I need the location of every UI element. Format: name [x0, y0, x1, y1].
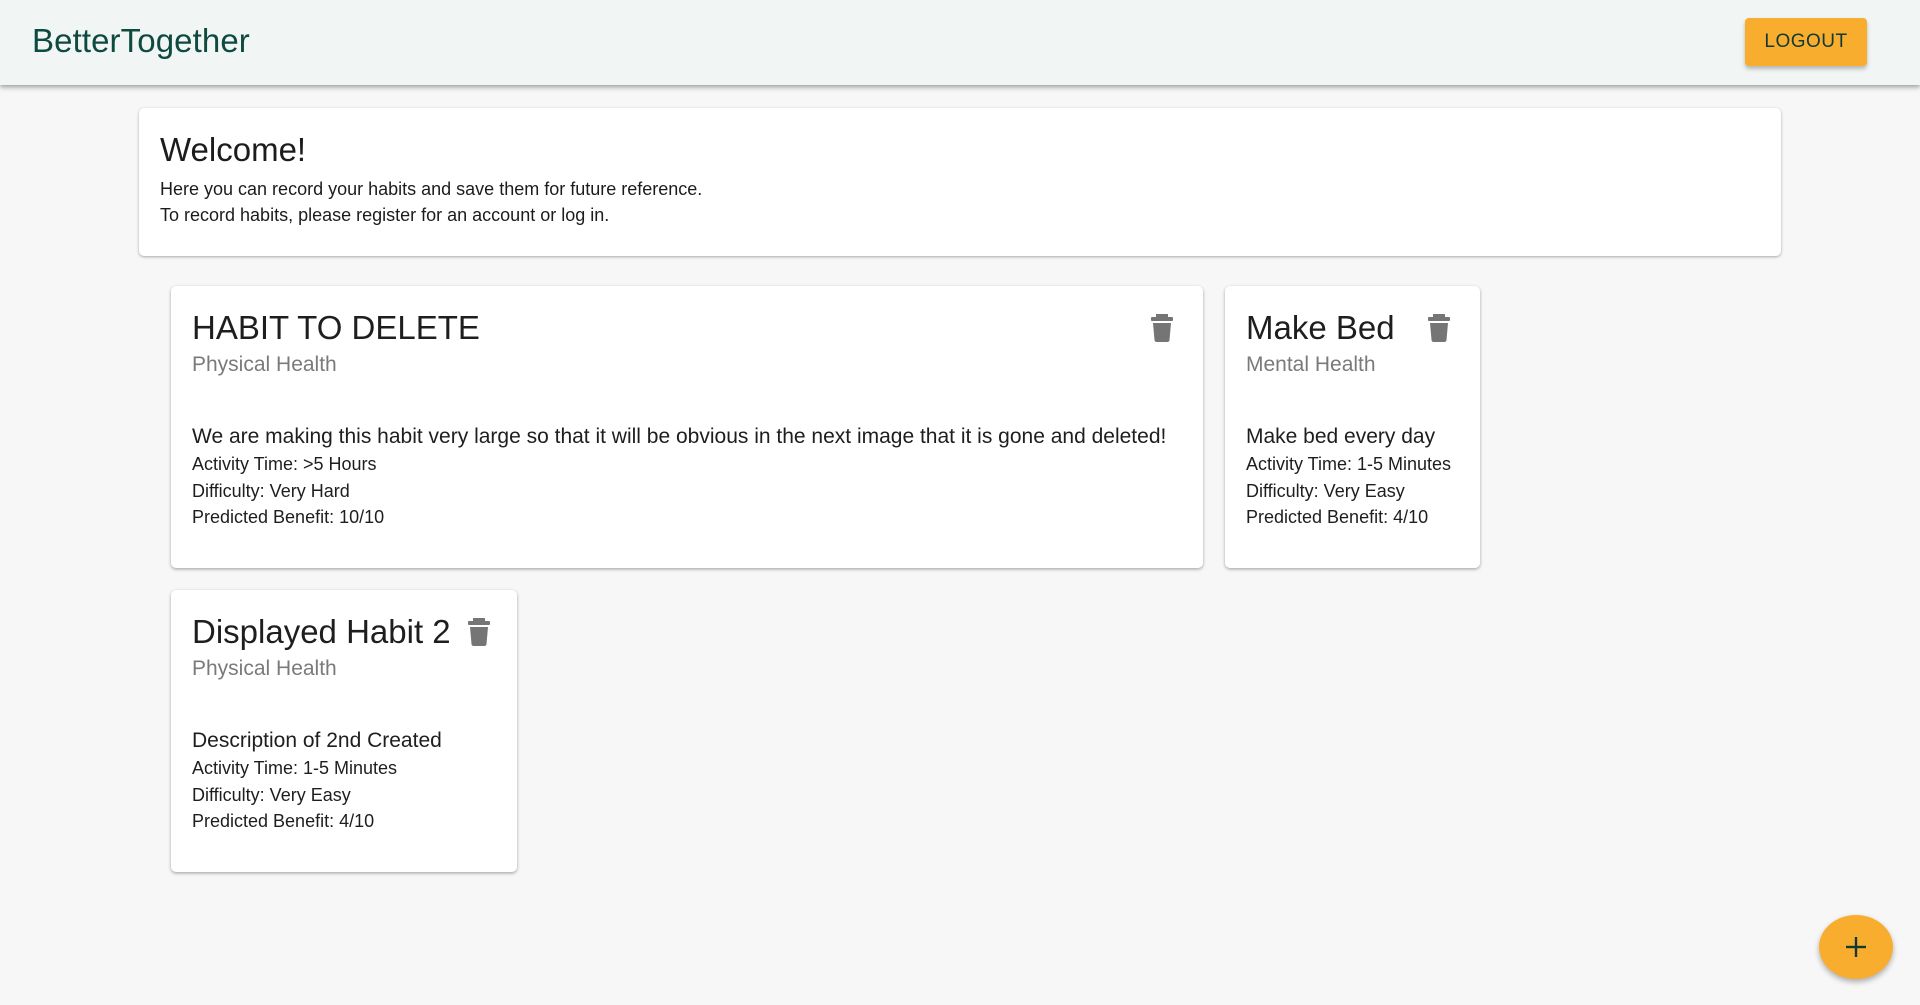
delete-habit-button[interactable]	[1142, 308, 1182, 348]
welcome-title: Welcome!	[160, 131, 307, 168]
habit-card: Displayed Habit 2 Physical Health Descri…	[171, 590, 517, 872]
habit-description: Description of 2nd Created	[192, 729, 442, 752]
habit-difficulty: Difficulty: Very Easy	[1246, 480, 1405, 501]
habit-card: Make Bed Mental Health Make bed every da…	[1225, 286, 1480, 568]
habit-title: Make Bed	[1246, 309, 1395, 346]
plus-icon	[1846, 937, 1866, 957]
habit-title: HABIT TO DELETE	[192, 309, 480, 346]
habit-description: Make bed every day	[1246, 425, 1436, 448]
habit-description: We are making this habit very large so t…	[192, 425, 1167, 448]
delete-habit-button[interactable]	[1419, 308, 1459, 348]
delete-habit-button[interactable]	[463, 612, 496, 652]
habit-activity-time: Activity Time: 1-5 Minutes	[192, 758, 398, 778]
welcome-card: Welcome! Here you can record your habits…	[139, 108, 1781, 256]
habit-difficulty: Difficulty: Very Hard	[192, 480, 350, 501]
habit-activity-time: Activity Time: 1-5 Minutes	[1246, 454, 1452, 474]
habit-category: Physical Health	[192, 353, 337, 376]
welcome-line-1: Here you can record your habits and save…	[160, 179, 703, 199]
habit-difficulty: Difficulty: Very Easy	[192, 784, 351, 805]
habit-benefit: Predicted Benefit: 10/10	[192, 507, 385, 527]
app-bar: BetterTogether LOGOUT	[0, 0, 1920, 85]
habit-category: Physical Health	[192, 657, 337, 680]
habit-category: Mental Health	[1246, 353, 1376, 376]
habit-card: HABIT TO DELETE Physical Health We are m…	[171, 286, 1203, 568]
logout-button[interactable]: LOGOUT	[1745, 18, 1867, 66]
trash-icon	[1151, 314, 1173, 342]
habit-benefit: Predicted Benefit: 4/10	[1246, 507, 1429, 527]
habit-activity-time: Activity Time: >5 Hours	[192, 454, 377, 474]
brand-title: BetterTogether	[32, 22, 250, 59]
habit-benefit: Predicted Benefit: 4/10	[192, 811, 375, 831]
trash-icon	[468, 618, 491, 646]
welcome-line-2: To record habits, please register for an…	[160, 205, 610, 225]
add-habit-button[interactable]	[1819, 915, 1893, 979]
habit-title: Displayed Habit 2	[192, 613, 451, 650]
trash-icon	[1428, 314, 1450, 342]
